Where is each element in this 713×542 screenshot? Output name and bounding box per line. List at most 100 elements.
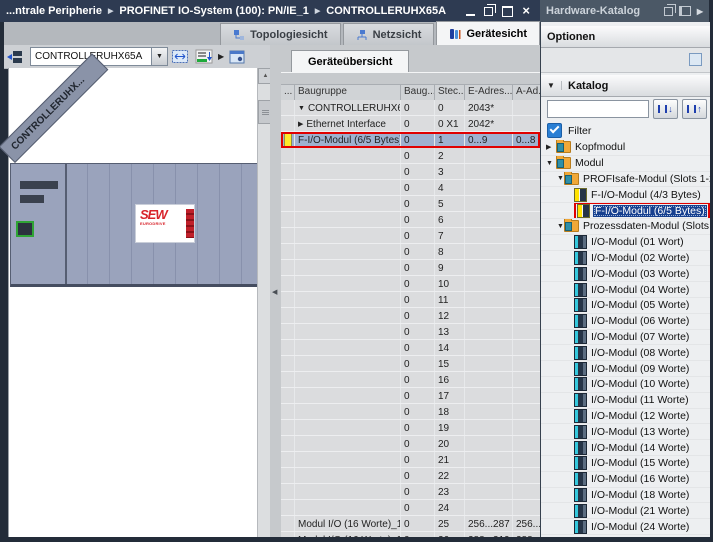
table-row[interactable]: 015 xyxy=(281,356,540,372)
chevron-down-icon[interactable]: ▼ xyxy=(541,81,562,90)
catalog-tree-item[interactable]: ▼Modul xyxy=(541,156,710,172)
catalog-tree-item[interactable]: I/O-Modul (05 Worte) xyxy=(541,298,710,314)
find-previous-icon[interactable]: ↑ xyxy=(682,99,707,119)
catalog-tree-item[interactable]: I/O-Modul (08 Worte) xyxy=(541,345,710,361)
column-header-e-adresse[interactable]: E-Adres... xyxy=(465,85,513,101)
tab-geraetesicht[interactable]: Gerätesicht xyxy=(436,21,540,45)
table-row[interactable]: 021 xyxy=(281,452,540,468)
options-panel-icon[interactable] xyxy=(689,53,702,66)
column-header-a-adresse[interactable]: A-Ad.. xyxy=(513,85,540,101)
find-next-icon[interactable]: ↓ xyxy=(653,99,678,119)
table-row[interactable]: 04 xyxy=(281,180,540,196)
column-header-steckplatz[interactable]: Stec... xyxy=(435,85,465,101)
catalog-tree-item[interactable]: I/O-Modul (01 Wort) xyxy=(541,235,710,251)
catalog-tree-item[interactable]: ▶Kopfmodul xyxy=(541,140,710,156)
table-row[interactable]: 022 xyxy=(281,468,540,484)
tab-geraeteuebersicht[interactable]: Geräteübersicht xyxy=(291,50,409,73)
expander-icon[interactable]: ▼ xyxy=(298,105,305,112)
catalog-tree-item[interactable]: ▼PROFIsafe-Modul (Slots 1-24) xyxy=(541,172,710,188)
tab-topologiesicht[interactable]: Topologiesicht xyxy=(220,23,340,45)
dock-panel-icon[interactable] xyxy=(679,6,691,16)
maximize-icon[interactable] xyxy=(502,6,513,17)
catalog-tree-item[interactable]: F-I/O-Modul (4/3 Bytes) xyxy=(541,187,710,203)
catalog-tree-item[interactable]: I/O-Modul (16 Worte) xyxy=(541,472,710,488)
search-input[interactable] xyxy=(547,100,649,118)
sew-module[interactable]: SEW EURODRIVE xyxy=(135,204,195,243)
table-row[interactable]: 014 xyxy=(281,340,540,356)
tab-netzsicht[interactable]: Netzsicht xyxy=(343,23,435,45)
table-row[interactable]: 023 xyxy=(281,484,540,500)
table-row[interactable]: 03 xyxy=(281,164,540,180)
breadcrumb-item[interactable]: PROFINET IO-System (100): PN/IE_1 xyxy=(119,5,309,17)
fit-view-icon[interactable] xyxy=(171,49,189,64)
catalog-tree-item[interactable]: I/O-Modul (15 Worte) xyxy=(541,456,710,472)
ethernet-port-icon[interactable] xyxy=(16,221,34,237)
device-navigate-icon[interactable] xyxy=(7,50,23,64)
device-rack[interactable]: SEW EURODRIVE xyxy=(10,163,258,287)
catalog-tree-item[interactable]: ▼Prozessdaten-Modul (Slots 25- xyxy=(541,219,710,235)
table-row[interactable]: 010 xyxy=(281,276,540,292)
table-row[interactable]: 05 xyxy=(281,196,540,212)
table-row[interactable]: 08 xyxy=(281,244,540,260)
cell xyxy=(513,324,540,339)
chevron-down-icon[interactable]: ▼ xyxy=(151,48,167,65)
catalog-section-header[interactable]: ▼ Katalog xyxy=(541,75,710,97)
table-row[interactable]: 013 xyxy=(281,324,540,340)
table-row[interactable]: 06 xyxy=(281,212,540,228)
table-row[interactable]: F-I/O-Modul (6/5 Bytes)010...90...8 xyxy=(281,132,540,148)
table-row[interactable]: Modul I/O (16 Worte)_2026288...319288... xyxy=(281,532,540,537)
catalog-tree-item[interactable]: I/O-Modul (06 Worte) xyxy=(541,314,710,330)
table-row[interactable]: 02 xyxy=(281,148,540,164)
expander-icon[interactable]: ▶ xyxy=(298,120,303,128)
expander-icon[interactable]: ▶ xyxy=(546,143,556,151)
table-row[interactable]: 011 xyxy=(281,292,540,308)
collapse-right-icon[interactable]: ▶ xyxy=(697,7,703,16)
catalog-tree-item[interactable]: I/O-Modul (03 Worte) xyxy=(541,266,710,282)
table-row[interactable]: 024 xyxy=(281,500,540,516)
column-header-baugruppentraeger[interactable]: Baug... xyxy=(401,85,435,101)
table-row[interactable]: 016 xyxy=(281,372,540,388)
table-row[interactable]: 012 xyxy=(281,308,540,324)
show-addresses-icon[interactable] xyxy=(195,49,213,64)
minimize-icon[interactable] xyxy=(466,6,475,16)
catalog-tree-item[interactable]: I/O-Modul (02 Worte) xyxy=(541,251,710,267)
filter-checkbox[interactable] xyxy=(547,123,562,138)
options-section-header[interactable]: Optionen xyxy=(541,26,710,48)
expander-icon[interactable]: ▼ xyxy=(557,223,564,230)
restore-icon[interactable] xyxy=(484,7,493,16)
table-row[interactable]: 07 xyxy=(281,228,540,244)
catalog-tree-item[interactable]: I/O-Modul (18 Worte) xyxy=(541,488,710,504)
expander-icon[interactable]: ▼ xyxy=(557,175,564,182)
column-header-baugruppe[interactable]: Baugruppe xyxy=(295,85,401,101)
table-row[interactable]: 020 xyxy=(281,436,540,452)
catalog-tree-item[interactable]: I/O-Modul (11 Worte) xyxy=(541,393,710,409)
toolbar-expand-icon[interactable]: ▶ xyxy=(218,52,224,61)
catalog-tree-item[interactable]: I/O-Modul (12 Worte) xyxy=(541,409,710,425)
catalog-tree-item[interactable]: I/O-Modul (21 Worte) xyxy=(541,503,710,519)
split-editor-icon[interactable] xyxy=(229,50,245,64)
expander-icon[interactable]: ▼ xyxy=(546,160,556,167)
device-canvas[interactable]: CONTROLLERUHX... SEW EURODRIVE xyxy=(8,68,258,537)
breadcrumb-item[interactable]: CONTROLLERUHX65A xyxy=(326,5,446,17)
catalog-tree-item[interactable]: I/O-Modul (07 Worte) xyxy=(541,330,710,346)
catalog-tree-item[interactable]: I/O-Modul (09 Worte) xyxy=(541,361,710,377)
catalog-tree-item[interactable]: F-I/O-Modul (6/5 Bytes) xyxy=(541,203,710,219)
table-row[interactable]: 018 xyxy=(281,404,540,420)
table-row[interactable]: 019 xyxy=(281,420,540,436)
table-row[interactable]: 017 xyxy=(281,388,540,404)
canvas-vertical-scrollbar[interactable]: ▲ xyxy=(257,68,271,537)
table-row[interactable]: 09 xyxy=(281,260,540,276)
column-header-icon[interactable]: ... xyxy=(281,85,295,101)
catalog-tree-item[interactable]: I/O-Modul (14 Worte) xyxy=(541,440,710,456)
float-panel-icon[interactable] xyxy=(664,7,673,16)
catalog-tree-item[interactable]: I/O-Modul (04 Worte) xyxy=(541,282,710,298)
table-row[interactable]: ▶Ethernet Interface00 X12042* xyxy=(281,116,540,132)
breadcrumb-item[interactable]: ...ntrale Peripherie xyxy=(6,5,102,17)
catalog-tree-item[interactable]: I/O-Modul (10 Worte) xyxy=(541,377,710,393)
close-icon[interactable]: × xyxy=(522,6,530,16)
catalog-tree-item[interactable]: I/O-Modul (13 Worte) xyxy=(541,424,710,440)
catalog-tree-item[interactable]: I/O-Modul (24 Worte) xyxy=(541,519,710,535)
splitter-collapse-icon[interactable]: ◀ xyxy=(272,288,277,296)
table-row[interactable]: ▼CONTROLLERUHX65A002043* xyxy=(281,100,540,116)
table-row[interactable]: Modul I/O (16 Worte)_1025256...287256... xyxy=(281,516,540,532)
